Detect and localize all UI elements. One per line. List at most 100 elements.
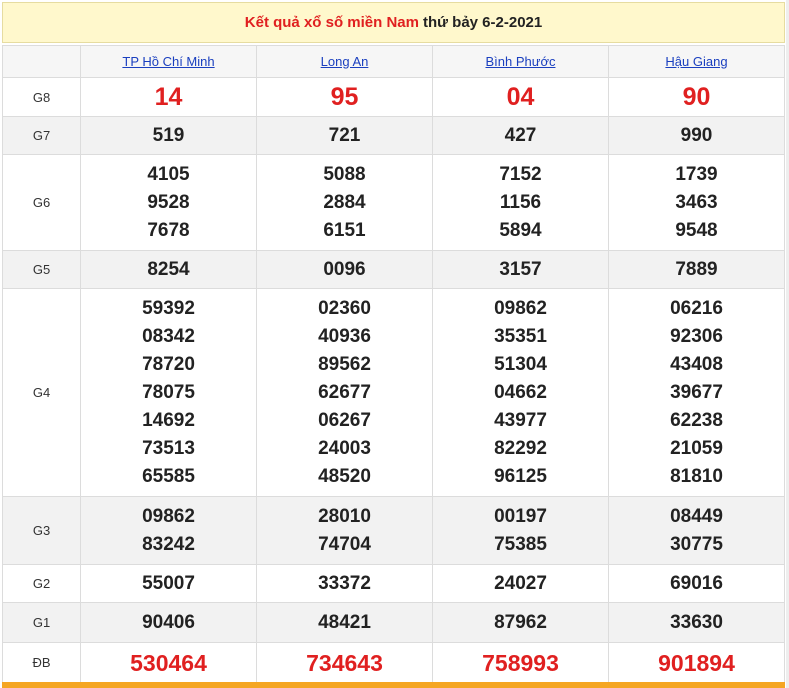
prize-row-6: G2 55007 33372 24027 69016	[2, 564, 785, 603]
prize-cell: 8254	[80, 250, 257, 289]
prize-number: 734643	[306, 649, 383, 676]
prize-label: G8	[2, 77, 81, 117]
prize-cell: 758993	[432, 642, 609, 683]
prize-cell: 427	[432, 116, 609, 155]
prize-number: 3463	[675, 191, 718, 213]
province-link-hau-giang[interactable]: Hậu Giang	[665, 54, 727, 69]
prize-number: 02360	[318, 297, 371, 319]
prize-number: 51304	[494, 353, 547, 375]
prize-number: 7889	[675, 258, 718, 280]
prize-number: 82292	[494, 437, 547, 459]
prize-number: 21059	[670, 437, 723, 459]
prize-number: 35351	[494, 325, 547, 347]
prize-number: 519	[152, 124, 185, 146]
province-link-long-an[interactable]: Long An	[321, 54, 369, 69]
prize-label: ĐB	[2, 642, 81, 683]
prize-cell: 28010 74704	[256, 496, 433, 565]
prize-cell: 7889	[608, 250, 785, 289]
prize-number: 00197	[494, 505, 547, 527]
province-link-binh-phuoc[interactable]: Bình Phước	[486, 54, 556, 69]
prize-number: 758993	[482, 649, 559, 676]
province-header-3: Bình Phước	[432, 45, 609, 78]
prize-cell: 0096	[256, 250, 433, 289]
prize-row-8: ĐB 530464 734643 758993 901894	[2, 642, 785, 683]
prize-number: 427	[504, 124, 537, 146]
prize-row-2: G6 4105 9528 7678 5088 2884 6151 7152 1156 5894 17…	[2, 154, 785, 251]
prize-number: 14	[154, 83, 183, 111]
prize-cell: 87962	[432, 602, 609, 643]
prize-number: 78720	[142, 353, 195, 375]
prize-number: 990	[680, 124, 713, 146]
prize-row-3: G5 8254 0096 3157 7889	[2, 250, 785, 289]
prize-number: 43408	[670, 353, 723, 375]
prize-number: 96125	[494, 465, 547, 487]
prize-number: 5894	[499, 219, 542, 241]
prize-cell: 33630	[608, 602, 785, 643]
prize-number: 6151	[323, 219, 366, 241]
prize-number: 7152	[499, 163, 542, 185]
prize-number: 95	[330, 83, 359, 111]
prize-cell: 69016	[608, 564, 785, 603]
province-header-4: Hậu Giang	[608, 45, 785, 78]
prize-label: G2	[2, 564, 81, 603]
prize-number: 24027	[494, 572, 547, 594]
prize-number: 721	[328, 124, 361, 146]
prize-cell: 7152 1156 5894	[432, 154, 609, 251]
prize-number: 90406	[142, 611, 195, 633]
prize-number: 40936	[318, 325, 371, 347]
prize-number: 48421	[318, 611, 371, 633]
prize-number: 08342	[142, 325, 195, 347]
province-link-hcm[interactable]: TP Hồ Chí Minh	[122, 54, 214, 69]
prize-row-5: G3 09862 83242 28010 74704 00197 75385 08449 307…	[2, 496, 785, 565]
prize-label: G1	[2, 602, 81, 643]
prize-number: 06216	[670, 297, 723, 319]
prize-number: 30775	[670, 533, 723, 555]
prize-cell: 04	[432, 77, 609, 117]
prize-number: 62238	[670, 409, 723, 431]
results-table: TP Hồ Chí Minh Long An Bình Phước Hậu Gi…	[2, 45, 785, 683]
prize-number: 09862	[494, 297, 547, 319]
prize-number: 7678	[147, 219, 190, 241]
prize-number: 81810	[670, 465, 723, 487]
prize-number: 5088	[323, 163, 366, 185]
prize-number: 92306	[670, 325, 723, 347]
province-header-1: TP Hồ Chí Minh	[80, 45, 257, 78]
prize-number: 59392	[142, 297, 195, 319]
prize-row-1: G7 519 721 427 990	[2, 116, 785, 155]
prize-number: 1739	[675, 163, 718, 185]
prize-number: 9528	[147, 191, 190, 213]
prize-number: 90	[682, 83, 711, 111]
prize-number: 87962	[494, 611, 547, 633]
prize-number: 08449	[670, 505, 723, 527]
prize-label: G7	[2, 116, 81, 155]
prize-label: G6	[2, 154, 81, 251]
prize-cell: 55007	[80, 564, 257, 603]
province-header-2: Long An	[256, 45, 433, 78]
prize-row-4: G4 59392 08342 78720 78075 14692 73513 65585 023…	[2, 288, 785, 497]
prize-number: 2884	[323, 191, 366, 213]
prize-cell: 59392 08342 78720 78075 14692 73513 65585	[80, 288, 257, 497]
prize-number: 06267	[318, 409, 371, 431]
prize-number: 9548	[675, 219, 718, 241]
prize-cell: 14	[80, 77, 257, 117]
prize-cell: 06216 92306 43408 39677 62238 21059 81810	[608, 288, 785, 497]
prize-number: 14692	[142, 409, 195, 431]
prize-row-0: G8 14 95 04 90	[2, 77, 785, 117]
title-main: Kết quả xổ số miền Nam	[244, 14, 419, 31]
prize-cell: 33372	[256, 564, 433, 603]
province-header-row: TP Hồ Chí Minh Long An Bình Phước Hậu Gi…	[2, 45, 785, 78]
prize-cell: 95	[256, 77, 433, 117]
prize-cell: 901894	[608, 642, 785, 683]
prize-number: 43977	[494, 409, 547, 431]
prize-number: 530464	[130, 649, 207, 676]
prize-cell: 4105 9528 7678	[80, 154, 257, 251]
prize-number: 65585	[142, 465, 195, 487]
prize-cell: 1739 3463 9548	[608, 154, 785, 251]
prize-number: 28010	[318, 505, 371, 527]
prize-number: 83242	[142, 533, 195, 555]
prize-cell: 519	[80, 116, 257, 155]
prize-cell: 721	[256, 116, 433, 155]
bottom-accent-bar	[2, 682, 785, 688]
prize-cell: 990	[608, 116, 785, 155]
prize-cell: 24027	[432, 564, 609, 603]
